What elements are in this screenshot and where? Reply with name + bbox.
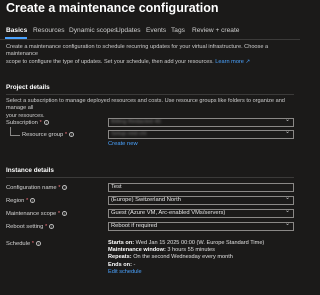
schedule-repeats-value: On the second Wednesday every month	[133, 254, 233, 261]
required-marker: *	[56, 211, 61, 218]
info-icon[interactable]: i	[62, 185, 68, 190]
region-label-text: Region	[6, 198, 25, 205]
create-new-link[interactable]: Create new	[108, 141, 138, 147]
schedule-starts-value: Wed Jan 15 2025 00:00 (W. Europe Standar…	[135, 240, 265, 246]
tab-bar: Basics Resources Dynamic scopes Updates …	[0, 27, 300, 39]
schedule-summary: Starts on: Wed Jan 15 2025 00:00 (W. Eur…	[108, 240, 264, 276]
schedule-window-value: 3 hours 55 minutes	[167, 247, 215, 254]
schedule-repeats-label: Repeats:	[108, 254, 132, 261]
info-icon[interactable]: i	[69, 132, 75, 137]
required-marker: *	[24, 198, 29, 205]
region-label: Region * i	[6, 198, 36, 205]
edit-schedule-link[interactable]: Edit schedule	[108, 269, 264, 276]
tab-resources[interactable]: Resources	[33, 27, 65, 34]
configuration-name-input[interactable]: Test	[108, 183, 294, 192]
required-marker: *	[43, 224, 48, 231]
project-description-line-1: Select a subscription to manage deployed…	[6, 98, 285, 112]
schedule-ends: Ends on: -	[108, 262, 264, 269]
region-select[interactable]: (Europe) Switzerland North	[108, 196, 294, 205]
required-marker: *	[30, 241, 35, 248]
schedule-starts: Starts on: Wed Jan 15 2025 00:00 (W. Eur…	[108, 240, 264, 247]
maintenance-scope-value: Guest (Azure VM, Arc-enabled VMs/servers…	[111, 210, 226, 216]
reboot-setting-value: Reboot if required	[111, 223, 158, 229]
intro-text: Create a maintenance configuration to sc…	[6, 44, 296, 66]
configuration-name-label-text: Configuration name	[6, 185, 57, 192]
reboot-setting-label-text: Reboot setting	[6, 224, 44, 231]
resource-group-label: Resource group * i	[22, 132, 75, 139]
subscription-label-text: Subscription	[6, 120, 38, 127]
maintenance-scope-label: Maintenance scope * i	[6, 211, 68, 218]
configuration-name-value: Test	[111, 184, 122, 190]
instance-details-heading: Instance details	[6, 167, 54, 174]
resource-group-value: Setup reid chl	[111, 131, 147, 137]
intro-line-1: Create a maintenance configuration to sc…	[6, 44, 269, 58]
maintenance-scope-label-text: Maintenance scope	[6, 211, 57, 218]
subscription-value: Billing Redacted 46	[111, 119, 161, 125]
reboot-setting-label: Reboot setting * i	[6, 224, 55, 231]
subscription-select[interactable]: Billing Redacted 46	[108, 118, 294, 127]
schedule-repeats: Repeats: On the second Wednesday every m…	[108, 254, 264, 261]
tab-review-create[interactable]: Review + create	[192, 27, 239, 34]
reboot-setting-select[interactable]: Reboot if required	[108, 222, 294, 231]
project-details-description: Select a subscription to manage deployed…	[6, 98, 296, 120]
schedule-window-label: Maintenance window:	[108, 247, 166, 254]
project-details-heading: Project details	[6, 84, 50, 91]
schedule-window: Maintenance window: 3 hours 55 minutes	[108, 247, 264, 254]
schedule-ends-value: -	[133, 261, 136, 268]
external-link-icon: ↗	[243, 58, 251, 65]
tab-basics[interactable]: Basics	[6, 27, 27, 34]
info-icon[interactable]: i	[36, 241, 42, 246]
schedule-label: Schedule * i	[6, 241, 42, 248]
configuration-name-label: Configuration name * i	[6, 185, 68, 192]
required-marker: *	[56, 185, 61, 192]
tab-dynamic-scopes[interactable]: Dynamic scopes	[69, 27, 117, 34]
required-marker: *	[63, 132, 68, 139]
tab-tags[interactable]: Tags	[171, 27, 185, 34]
learn-more-link[interactable]: Learn more	[215, 59, 244, 65]
subscription-label: Subscription * i	[6, 120, 49, 126]
page-title: Create a maintenance configuration	[6, 1, 219, 15]
region-value: (Europe) Switzerland North	[111, 197, 181, 203]
info-icon[interactable]: i	[62, 211, 68, 216]
maintenance-scope-select[interactable]: Guest (Azure VM, Arc-enabled VMs/servers…	[108, 209, 294, 218]
resource-group-select[interactable]: Setup reid chl	[108, 130, 294, 139]
divider	[6, 94, 294, 95]
tab-divider	[0, 39, 300, 40]
tab-events[interactable]: Events	[146, 27, 166, 34]
schedule-ends-label: Ends on:	[108, 261, 132, 268]
intro-line-2: scope to configure the type of updates. …	[6, 59, 296, 66]
divider	[6, 177, 294, 178]
schedule-starts-label: Starts on:	[108, 240, 135, 246]
intro-line-2-text: scope to configure the type of updates. …	[6, 58, 214, 65]
schedule-label-text: Schedule	[6, 241, 31, 248]
required-marker: *	[37, 120, 42, 127]
info-icon[interactable]: i	[43, 120, 49, 125]
tree-connector	[10, 127, 20, 136]
info-icon[interactable]: i	[49, 224, 55, 229]
tab-updates[interactable]: Updates	[116, 27, 141, 34]
info-icon[interactable]: i	[30, 198, 36, 203]
resource-group-label-text: Resource group	[22, 132, 64, 139]
